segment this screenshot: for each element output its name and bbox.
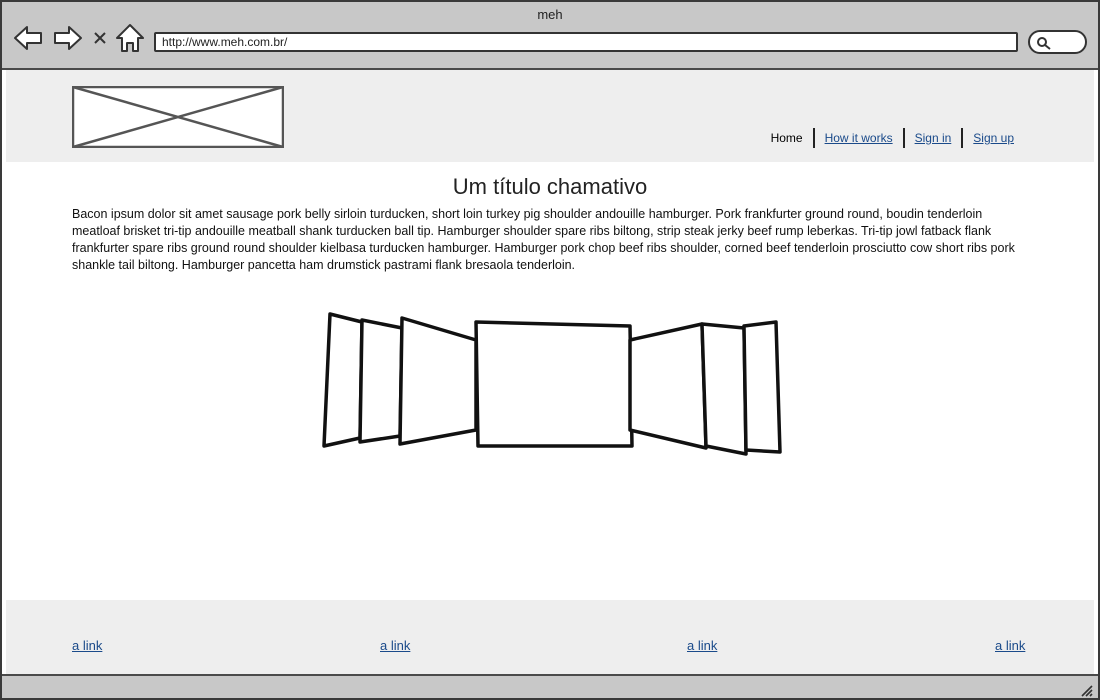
footer-link[interactable]: a link <box>380 638 410 653</box>
close-icon <box>94 32 106 44</box>
nav-item-sign-in[interactable]: Sign in <box>905 131 962 145</box>
nav-item-sign-up[interactable]: Sign up <box>963 131 1024 145</box>
back-button[interactable] <box>12 22 44 54</box>
nav-item-how-it-works[interactable]: How it works <box>815 131 903 145</box>
carousel-item-left-2 <box>358 318 404 444</box>
carousel-item-right-3 <box>742 320 782 454</box>
site-header: Home How it works Sign in Sign up <box>6 70 1094 162</box>
browser-window: meh http://www.meh.com.br/ Home How it w… <box>0 0 1100 700</box>
back-arrow-icon <box>14 26 42 50</box>
carousel-item-right-1 <box>628 322 708 450</box>
forward-button[interactable] <box>52 22 84 54</box>
carousel-item-right-2 <box>700 322 748 456</box>
footer-link[interactable]: a link <box>687 638 717 653</box>
main-nav: Home How it works Sign in Sign up <box>761 128 1024 148</box>
logo-image-placeholder <box>71 85 285 149</box>
browser-toolbar: meh http://www.meh.com.br/ <box>2 2 1098 70</box>
window-title: meh <box>537 7 563 22</box>
forward-arrow-icon <box>54 26 82 50</box>
carousel-item-center <box>474 320 634 448</box>
page-title: Um título chamativo <box>452 174 648 199</box>
carousel-item-left-3 <box>322 312 364 448</box>
address-bar[interactable]: http://www.meh.com.br/ <box>154 32 1018 52</box>
site-footer: a link a link a link a link <box>6 600 1094 674</box>
resize-grip-icon[interactable] <box>1078 682 1094 698</box>
search-icon <box>1037 37 1051 50</box>
footer-link[interactable]: a link <box>995 638 1025 653</box>
stop-button[interactable] <box>88 22 112 54</box>
home-icon <box>116 24 144 52</box>
intro-paragraph: Bacon ipsum dolor sit amet sausage pork … <box>72 207 1015 272</box>
nav-item-home[interactable]: Home <box>761 131 813 145</box>
home-button[interactable] <box>114 22 146 54</box>
footer-link[interactable]: a link <box>72 638 102 653</box>
carousel-item-left-1 <box>398 316 478 446</box>
status-bar <box>2 674 1098 698</box>
cover-flow-carousel[interactable] <box>318 308 788 460</box>
search-field[interactable] <box>1028 30 1087 54</box>
